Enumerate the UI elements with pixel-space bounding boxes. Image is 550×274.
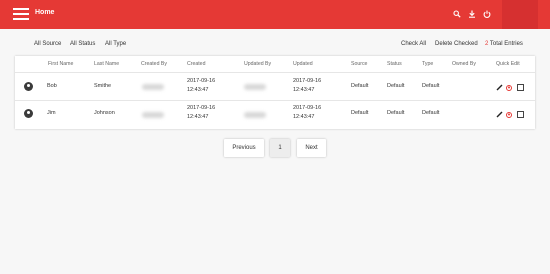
created-by-redacted: [142, 84, 164, 90]
last-name-cell: Smithe: [94, 83, 112, 89]
updated-by-redacted: [244, 112, 266, 118]
column-header[interactable]: Updated By: [244, 61, 271, 67]
quick-edit: [496, 84, 524, 91]
first-name-cell: Jim: [47, 110, 56, 116]
source-cell: Default: [351, 110, 369, 116]
created-time-cell: 12:43:47: [187, 87, 209, 93]
previous-page-button[interactable]: Previous: [224, 139, 264, 157]
power-icon[interactable]: [482, 8, 492, 19]
column-header[interactable]: Status: [387, 61, 402, 67]
pencil-icon[interactable]: [496, 111, 503, 118]
column-header[interactable]: Updated: [293, 61, 313, 67]
check-all-button[interactable]: Check All: [401, 41, 426, 47]
quick-edit: [496, 111, 524, 118]
cancel-icon[interactable]: [506, 111, 512, 118]
status-cell: Default: [387, 83, 405, 89]
total-entries-label: Total Entries: [489, 41, 523, 47]
last-name-cell: Johnson: [94, 110, 115, 116]
updated-time-cell: 12:43:47: [293, 87, 315, 93]
cancel-icon[interactable]: [506, 84, 512, 91]
column-header[interactable]: Last Name: [94, 61, 119, 67]
total-entries-count: 2: [485, 41, 489, 47]
created-date-cell: 2017-09-16: [187, 78, 216, 84]
created-date-cell: 2017-09-16: [187, 105, 216, 111]
pencil-icon[interactable]: [496, 84, 503, 91]
status-cell: Default: [387, 110, 405, 116]
source-cell: Default: [351, 83, 369, 89]
first-name-cell: Bob: [47, 83, 57, 89]
created-time-cell: 12:43:47: [187, 114, 209, 120]
created-by-redacted: [142, 112, 164, 118]
updated-date-cell: 2017-09-16: [293, 105, 322, 111]
column-header[interactable]: Quick Edit: [496, 61, 520, 67]
row-status-icon[interactable]: [24, 82, 33, 91]
row-checkbox[interactable]: [517, 111, 524, 118]
type-filter[interactable]: All Type: [105, 41, 126, 47]
download-icon[interactable]: [467, 8, 477, 19]
avatar[interactable]: [502, 0, 538, 29]
source-filter[interactable]: All Source: [34, 41, 61, 47]
row-checkbox[interactable]: [517, 84, 524, 91]
next-page-button[interactable]: Next: [297, 139, 326, 157]
hamburger-menu-icon[interactable]: [13, 7, 29, 21]
column-header[interactable]: Type: [422, 61, 433, 67]
updated-time-cell: 12:43:47: [293, 114, 315, 120]
total-entries: 2 Total Entries: [485, 41, 523, 47]
column-header[interactable]: Source: [351, 61, 367, 67]
delete-checked-button[interactable]: Delete Checked: [435, 41, 478, 47]
column-header[interactable]: Owned By: [452, 61, 476, 67]
updated-by-redacted: [244, 84, 266, 90]
app-bar: Home: [0, 0, 550, 29]
row-status-icon[interactable]: [24, 109, 33, 118]
page-1-button[interactable]: 1: [270, 139, 290, 157]
status-filter[interactable]: All Status: [70, 41, 95, 47]
search-icon[interactable]: [452, 8, 462, 19]
divider: [15, 100, 535, 101]
column-header[interactable]: Created By: [141, 61, 167, 67]
column-header[interactable]: Created: [187, 61, 205, 67]
type-cell: Default: [422, 110, 440, 116]
entries-table: First Name Last Name Created By Created …: [15, 56, 535, 129]
column-header[interactable]: First Name: [48, 61, 73, 67]
divider: [15, 72, 535, 73]
type-cell: Default: [422, 83, 440, 89]
updated-date-cell: 2017-09-16: [293, 78, 322, 84]
page-title: Home: [35, 9, 55, 16]
